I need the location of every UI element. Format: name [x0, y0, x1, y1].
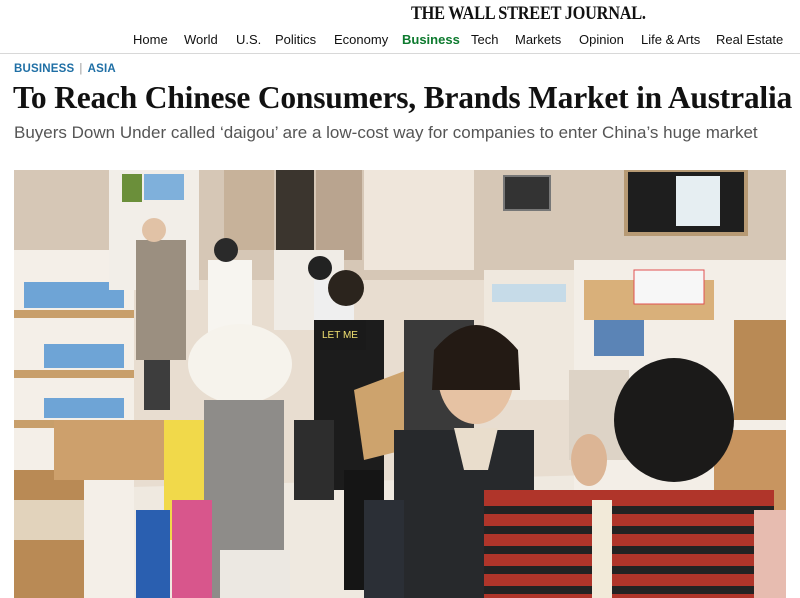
- nav-item-economy[interactable]: Economy: [334, 32, 388, 47]
- article-headline: To Reach Chinese Consumers, Brands Marke…: [13, 80, 793, 115]
- tshirt-text: LET ME: [322, 330, 358, 341]
- nav-item-home[interactable]: Home: [133, 32, 168, 47]
- article-photo: LET ME: [14, 170, 786, 598]
- nav-item-life-arts[interactable]: Life & Arts: [641, 32, 700, 47]
- nav-item-us[interactable]: U.S.: [236, 32, 261, 47]
- wsj-logo[interactable]: THE WALL STREET JOURNAL.: [411, 3, 646, 25]
- main-nav: Home World U.S. Politics Economy Busines…: [0, 28, 800, 54]
- section-link-business[interactable]: BUSINESS: [14, 63, 74, 75]
- nav-item-business[interactable]: Business: [402, 32, 460, 47]
- nav-item-opinion[interactable]: Opinion: [579, 32, 624, 47]
- section-link-asia[interactable]: ASIA: [88, 63, 116, 75]
- nav-item-real-estate[interactable]: Real Estate: [716, 32, 783, 47]
- nav-item-markets[interactable]: Markets: [515, 32, 561, 47]
- nav-item-world[interactable]: World: [184, 32, 218, 47]
- masthead: THE WALL STREET JOURNAL.: [0, 0, 800, 28]
- nav-item-tech[interactable]: Tech: [471, 32, 498, 47]
- article-kicker: BUSINESS | ASIA: [14, 63, 116, 75]
- nav-item-politics[interactable]: Politics: [275, 32, 316, 47]
- article-dek: Buyers Down Under called ‘daigou’ are a …: [14, 123, 758, 142]
- kicker-separator: |: [79, 63, 83, 75]
